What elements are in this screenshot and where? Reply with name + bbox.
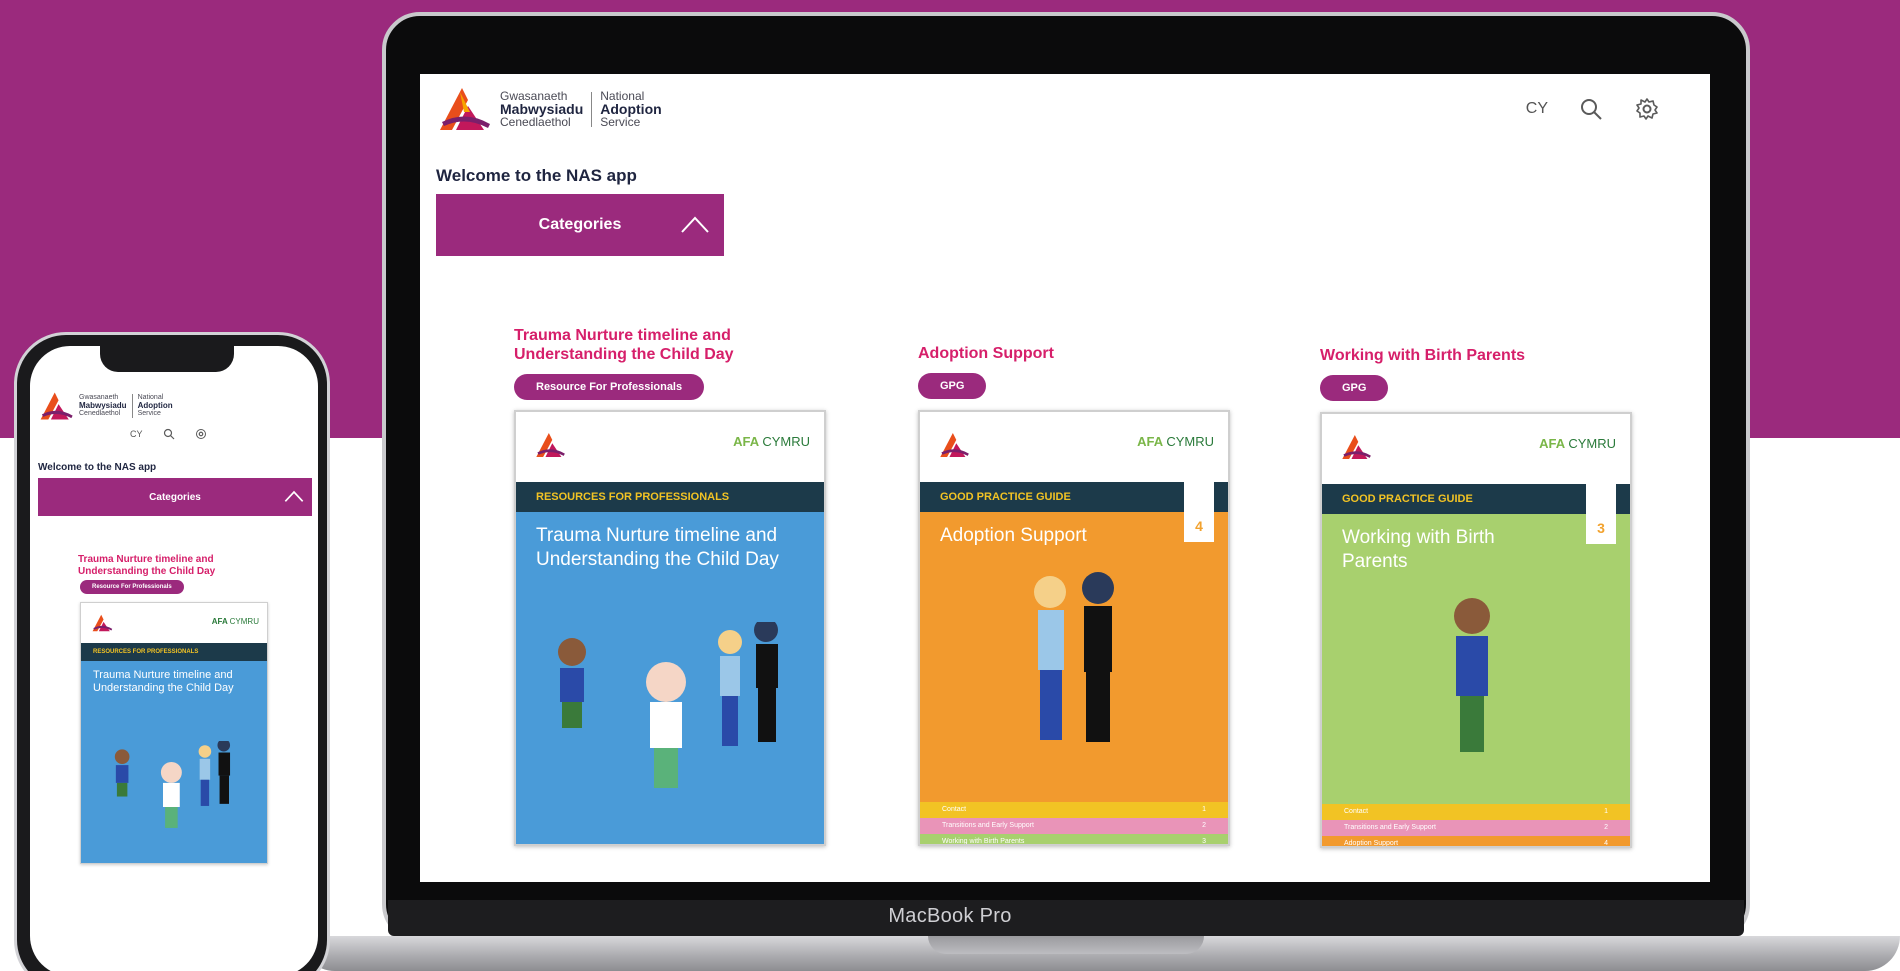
- logo-mark-icon: [536, 433, 565, 457]
- categories-label: Categories: [538, 216, 622, 233]
- search-icon[interactable]: [1578, 96, 1604, 122]
- phone-screen: Gwasanaeth Mabwysiadu Cenedlaethol Nationa…: [30, 346, 318, 971]
- header-actions: CY: [1526, 96, 1660, 122]
- afa-cymru-logo: AFA CYMRU: [1137, 434, 1214, 449]
- card-tag: Resource For Professionals: [80, 580, 184, 594]
- laptop-screen: Gwasanaeth Mabwysiadu Cenedlaethol Natio…: [420, 74, 1710, 882]
- logo-english: National Adoption Service: [137, 394, 173, 417]
- logo-mark-icon: [440, 88, 490, 130]
- toc-row: Adoption Support 4: [1322, 836, 1630, 846]
- logo-welsh-2: Mabwysiadu: [500, 100, 584, 117]
- categories-label: Categories: [149, 491, 201, 503]
- resource-card-adoption-support[interactable]: Adoption Support GPG: [918, 344, 1230, 399]
- cover-band: RESOURCES FOR PROFESSIONALS: [81, 643, 267, 661]
- card-title[interactable]: Adoption Support: [918, 344, 1230, 363]
- toc-row: Contact 1: [920, 802, 1228, 818]
- resource-card-birth-parents[interactable]: Working with Birth Parents GPG: [1320, 346, 1632, 401]
- toc-row: Working with Birth Parents 3: [920, 834, 1228, 844]
- logo-welsh: Gwasanaeth Mabwysiadu Cenedlaethol: [79, 394, 127, 417]
- card-title[interactable]: Trauma Nurture timeline and Understandin…: [78, 554, 218, 578]
- resource-cover-adoption-support[interactable]: AFA CYMRU GOOD PRACTICE GUIDE 4 Adoption…: [918, 410, 1230, 846]
- settings-icon[interactable]: [195, 428, 207, 440]
- cover-body: Trauma Nurture timeline and Understandin…: [81, 661, 267, 863]
- app-header: Gwasanaeth Mabwysiadu Cenedlaethol Natio…: [436, 84, 1696, 144]
- language-toggle[interactable]: CY: [1526, 100, 1548, 118]
- cover-band: GOOD PRACTICE GUIDE: [1322, 484, 1630, 514]
- welcome-heading: Welcome to the NAS app: [436, 166, 637, 185]
- cover-header: AFA CYMRU: [920, 412, 1228, 482]
- cover-header: AFA CYMRU: [516, 412, 824, 482]
- resource-card-trauma[interactable]: Trauma Nurture timeline and Understandin…: [514, 326, 826, 400]
- afa-cymru-logo: AFA CYMRU: [733, 434, 810, 449]
- afa-cymru-logo: AFA CYMRU: [1539, 436, 1616, 451]
- toc-row: Transitions and Early Support 2: [920, 818, 1228, 834]
- cover-nas-logo: [534, 430, 566, 460]
- logo-mark-icon: [1342, 435, 1371, 459]
- cover-title: Adoption Support: [940, 525, 1087, 546]
- card-title[interactable]: Trauma Nurture timeline and Understandin…: [514, 326, 744, 364]
- logo-welsh-3: Cenedlaethol: [500, 114, 571, 129]
- header-actions: CY: [130, 428, 207, 440]
- cover-header: AFA CYMRU: [81, 603, 267, 643]
- cover-band: RESOURCES FOR PROFESSIONALS: [516, 482, 824, 512]
- resource-cover-trauma[interactable]: AFA CYMRU RESOURCES FOR PROFESSIONALS Tr…: [514, 410, 826, 846]
- logo-text: Gwasanaeth Mabwysiadu Cenedlaethol Natio…: [500, 89, 662, 129]
- cover-band: GOOD PRACTICE GUIDE: [920, 482, 1228, 512]
- cover-title: Trauma Nurture timeline and Understandin…: [536, 525, 779, 570]
- cover-title: Working with Birth Parents: [1342, 527, 1495, 572]
- cover-header: AFA CYMRU: [1322, 414, 1630, 484]
- logo-mark-icon: [40, 392, 73, 420]
- cover-body: Trauma Nurture timeline and Understandin…: [516, 512, 824, 844]
- card-title[interactable]: Working with Birth Parents: [1320, 346, 1632, 365]
- cover-body: 4 Adoption Support Contact 1 Transitions …: [920, 482, 1228, 844]
- logo-mark-icon: [940, 433, 969, 457]
- toc-row: Contact 1: [1322, 804, 1630, 820]
- resource-cover-birth-parents[interactable]: AFA CYMRU GOOD PRACTICE GUIDE 3 Working …: [1320, 412, 1632, 848]
- cover-number: 3: [1586, 484, 1616, 544]
- language-toggle[interactable]: CY: [130, 429, 143, 439]
- phone-notch: [100, 346, 234, 372]
- cover-nas-logo: [938, 430, 970, 460]
- cover-nas-logo: [1340, 432, 1372, 462]
- cover-illustration: [1034, 572, 1114, 742]
- cover-illustration: [114, 741, 231, 828]
- cover-illustration: [558, 622, 778, 788]
- logo-english-3: Service: [600, 114, 641, 129]
- card-tag: Resource For Professionals: [514, 374, 705, 400]
- laptop-notch: [928, 936, 1204, 954]
- cover-body: 3 Working with Birth Parents Contact 1 Tr…: [1322, 484, 1630, 846]
- afa-cymru-logo: AFA CYMRU: [211, 617, 259, 626]
- marketing-stage: MacBook Pro Gwasanaeth Mabwysiadu Cenedl…: [0, 0, 1900, 971]
- logo-english-2: Adoption: [600, 100, 662, 117]
- chevron-up-icon: [284, 490, 304, 502]
- resource-cover-trauma[interactable]: AFA CYMRU RESOURCES FOR PROFESSIONALS Tr…: [80, 602, 268, 864]
- toc-row: Transitions and Early Support 2: [1322, 820, 1630, 836]
- nas-logo[interactable]: Gwasanaeth Mabwysiadu Cenedlaethol Natio…: [436, 84, 662, 134]
- settings-icon[interactable]: [1634, 96, 1660, 122]
- welcome-heading: Welcome to the NAS app: [38, 462, 157, 473]
- logo-divider: [131, 394, 133, 418]
- cover-illustration: [1454, 598, 1490, 752]
- search-icon[interactable]: [163, 428, 175, 440]
- categories-toggle-button[interactable]: Categories: [38, 478, 312, 516]
- card-tag: GPG: [1320, 375, 1389, 401]
- categories-toggle-button[interactable]: Categories: [436, 194, 724, 256]
- chevron-up-icon: [681, 216, 709, 233]
- nas-logo[interactable]: Gwasanaeth Mabwysiadu Cenedlaethol Nationa…: [38, 390, 173, 422]
- card-tag: GPG: [918, 373, 987, 399]
- logo-mark-icon: [92, 614, 113, 632]
- cover-title: Trauma Nurture timeline and Understandin…: [93, 669, 234, 694]
- logo-divider: [591, 91, 593, 127]
